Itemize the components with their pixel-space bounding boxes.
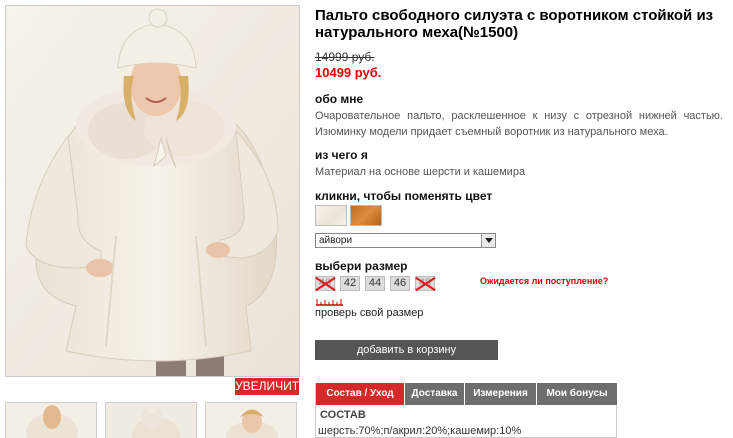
material-text: Материал на основе шерсти и кашемира — [315, 166, 526, 178]
awaiting-stock-link[interactable]: Ожидается ли поступление? — [480, 276, 608, 286]
color-select-value: айвори — [319, 235, 353, 246]
color-swatch-ivory[interactable] — [315, 205, 347, 226]
thumbnail-2[interactable] — [105, 402, 197, 438]
color-select[interactable]: айвори — [315, 233, 496, 248]
add-to-cart-button[interactable]: добавить в корзину — [315, 340, 498, 360]
tab-measurements[interactable]: Измерения — [465, 383, 537, 405]
tab-composition-care[interactable]: Состав / Уход — [316, 383, 405, 405]
size-heading: выбери размер — [315, 259, 408, 273]
color-swatch-camel[interactable] — [350, 205, 382, 226]
about-heading: обо мне — [315, 92, 364, 106]
zoom-button[interactable]: УВЕЛИЧИТЬ — [235, 378, 307, 395]
tab-delivery[interactable]: Доставка — [405, 383, 465, 405]
composition-text: шерсть:70%;п/акрил:20%;кашемир:10% — [318, 425, 522, 437]
tab-my-bonuses[interactable]: Мои бонусы — [537, 383, 617, 405]
about-text: Очаровательное пальто, расклешенное к ни… — [315, 110, 723, 138]
size-option-42[interactable]: 42 — [340, 276, 360, 291]
thumbnail-1[interactable] — [5, 402, 97, 438]
thumbnail-3[interactable] — [205, 402, 297, 438]
material-heading: из чего я — [315, 148, 368, 162]
product-main-photo[interactable] — [5, 5, 300, 377]
size-option-40: 40 — [315, 276, 335, 291]
size-option-44[interactable]: 44 — [365, 276, 385, 291]
composition-title: СОСТАВ — [320, 409, 366, 421]
thumbnail-strip — [5, 402, 305, 438]
size-option-46[interactable]: 46 — [390, 276, 410, 291]
color-heading: кликни, чтобы поменять цвет — [315, 189, 493, 203]
thumbnail-3-image — [206, 403, 296, 438]
thumbnail-1-image — [6, 403, 96, 438]
size-option-48: 48 — [415, 276, 435, 291]
product-tabs: Состав / Уход Доставка Измерения Мои бон… — [315, 383, 617, 438]
ruler-icon[interactable] — [316, 298, 343, 306]
check-size-link[interactable]: проверь свой размер — [315, 307, 423, 319]
thumbnail-2-image — [106, 403, 196, 438]
product-title: Пальто свободного силуэта с воротником с… — [315, 7, 714, 41]
new-price: 10499 руб. — [315, 65, 382, 80]
old-price: 14999 руб. — [315, 50, 375, 64]
model-in-coat-image — [6, 6, 299, 376]
chevron-down-icon[interactable] — [481, 234, 495, 247]
